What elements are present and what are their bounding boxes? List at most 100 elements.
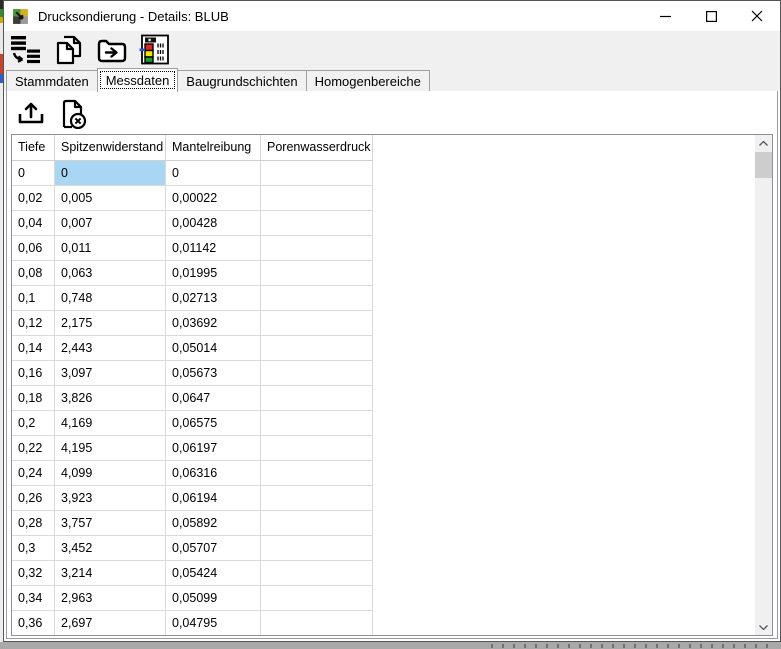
table-cell[interactable]: 3,214 — [55, 561, 166, 586]
page-toolbar — [13, 98, 91, 130]
table-cell[interactable]: 0,04 — [12, 211, 55, 236]
table-cell[interactable]: 0,32 — [12, 561, 55, 586]
table-cell[interactable]: 2,697 — [55, 611, 166, 636]
table-cell[interactable]: 0,005 — [55, 186, 166, 211]
table-cell[interactable] — [261, 461, 373, 486]
table-cell[interactable] — [261, 486, 373, 511]
table-cell[interactable]: 0,011 — [55, 236, 166, 261]
table-cell[interactable]: 0,05892 — [166, 511, 261, 536]
table-cell[interactable]: 0,0647 — [166, 386, 261, 411]
minimize-button[interactable] — [642, 1, 688, 31]
table-cell[interactable]: 0,00022 — [166, 186, 261, 211]
vertical-scrollbar[interactable] — [755, 135, 772, 635]
tab-messdaten[interactable]: Messdaten — [97, 68, 179, 92]
table-cell[interactable]: 0,05707 — [166, 536, 261, 561]
table-cell[interactable] — [261, 186, 373, 211]
table-cell[interactable]: 0,02713 — [166, 286, 261, 311]
close-button[interactable] — [734, 1, 780, 31]
table-cell[interactable]: 0,06 — [12, 236, 55, 261]
table-cell[interactable]: 0,08 — [12, 261, 55, 286]
table-cell[interactable] — [261, 211, 373, 236]
table-cell[interactable]: 4,195 — [55, 436, 166, 461]
table-cell[interactable]: 0,06197 — [166, 436, 261, 461]
table-cell[interactable]: 3,826 — [55, 386, 166, 411]
table-cell[interactable] — [261, 261, 373, 286]
table-cell[interactable]: 0,063 — [55, 261, 166, 286]
table-cell[interactable] — [261, 586, 373, 611]
table-cell[interactable]: 3,923 — [55, 486, 166, 511]
tab-baugrundschichten[interactable]: Baugrundschichten — [177, 70, 306, 91]
table-cell[interactable]: 0 — [55, 161, 166, 186]
table-cell[interactable]: 3,452 — [55, 536, 166, 561]
table-cell[interactable]: 0,34 — [12, 586, 55, 611]
scrollbar-thumb[interactable] — [755, 152, 772, 178]
table-cell[interactable]: 0,22 — [12, 436, 55, 461]
maximize-button[interactable] — [688, 1, 734, 31]
table-cell[interactable]: 0,16 — [12, 361, 55, 386]
table-cell[interactable]: 0,05424 — [166, 561, 261, 586]
column-header-2[interactable]: Spitzenwiderstand — [55, 135, 166, 161]
table-cell[interactable] — [261, 411, 373, 436]
table-cell[interactable]: 0 — [166, 161, 261, 186]
table-cell[interactable]: 0,18 — [12, 386, 55, 411]
table-cell[interactable]: 0,05673 — [166, 361, 261, 386]
table-cell[interactable]: 0,28 — [12, 511, 55, 536]
table-cell[interactable]: 2,175 — [55, 311, 166, 336]
table-cell[interactable]: 0,04795 — [166, 611, 261, 636]
table-cell[interactable] — [261, 311, 373, 336]
table-cell[interactable] — [261, 336, 373, 361]
table-cell[interactable] — [261, 161, 373, 186]
table-cell[interactable]: 4,099 — [55, 461, 166, 486]
column-header-3[interactable]: Mantelreibung — [166, 135, 261, 161]
table-cell[interactable] — [261, 561, 373, 586]
table-cell[interactable]: 0,26 — [12, 486, 55, 511]
table-cell[interactable]: 2,443 — [55, 336, 166, 361]
table-cell[interactable] — [261, 436, 373, 461]
table-cell[interactable]: 0,1 — [12, 286, 55, 311]
column-header-4[interactable]: Porenwasserdruck — [261, 135, 373, 161]
table-cell[interactable] — [261, 611, 373, 636]
export-folder-button[interactable] — [94, 33, 130, 67]
table-cell[interactable]: 0,01995 — [166, 261, 261, 286]
table-cell[interactable]: 0,05014 — [166, 336, 261, 361]
table-cell[interactable]: 3,097 — [55, 361, 166, 386]
table-row: 0,080,0630,01995 — [12, 261, 772, 286]
table-cell[interactable]: 0,12 — [12, 311, 55, 336]
table-cell[interactable] — [261, 536, 373, 561]
table-cell[interactable]: 0,03692 — [166, 311, 261, 336]
table-cell[interactable] — [261, 361, 373, 386]
table-cell[interactable]: 4,169 — [55, 411, 166, 436]
table-cell[interactable]: 0,05099 — [166, 586, 261, 611]
table-cell[interactable]: 0,06316 — [166, 461, 261, 486]
transfer-lists-button[interactable] — [8, 33, 44, 67]
table-cell[interactable]: 0,24 — [12, 461, 55, 486]
copy-button[interactable] — [51, 33, 87, 67]
table-cell[interactable]: 0,00428 — [166, 211, 261, 236]
soil-profile-legend-button[interactable] — [137, 33, 173, 67]
tab-strip: StammdatenMessdatenBaugrundschichtenHomo… — [4, 68, 780, 91]
table-cell[interactable]: 0 — [12, 161, 55, 186]
table-cell[interactable]: 0,14 — [12, 336, 55, 361]
column-header-1[interactable]: Tiefe — [12, 135, 55, 161]
table-cell[interactable]: 0,06575 — [166, 411, 261, 436]
table-cell[interactable]: 2,963 — [55, 586, 166, 611]
table-cell[interactable]: 0,748 — [55, 286, 166, 311]
tab-homogenbereiche[interactable]: Homogenbereiche — [306, 70, 430, 91]
table-cell[interactable] — [261, 386, 373, 411]
table-cell[interactable]: 0,007 — [55, 211, 166, 236]
table-cell[interactable]: 0,2 — [12, 411, 55, 436]
scroll-up-button[interactable] — [755, 135, 772, 151]
table-cell[interactable] — [261, 236, 373, 261]
import-upload-button[interactable] — [13, 98, 49, 130]
table-cell[interactable]: 0,01142 — [166, 236, 261, 261]
table-cell[interactable]: 0,36 — [12, 611, 55, 636]
delete-document-button[interactable] — [55, 98, 91, 130]
table-cell[interactable]: 3,757 — [55, 511, 166, 536]
scroll-down-button[interactable] — [755, 619, 772, 635]
table-cell[interactable] — [261, 286, 373, 311]
tab-stammdaten[interactable]: Stammdaten — [6, 70, 98, 91]
table-cell[interactable]: 0,06194 — [166, 486, 261, 511]
table-cell[interactable]: 0,3 — [12, 536, 55, 561]
table-cell[interactable] — [261, 511, 373, 536]
table-cell[interactable]: 0,02 — [12, 186, 55, 211]
